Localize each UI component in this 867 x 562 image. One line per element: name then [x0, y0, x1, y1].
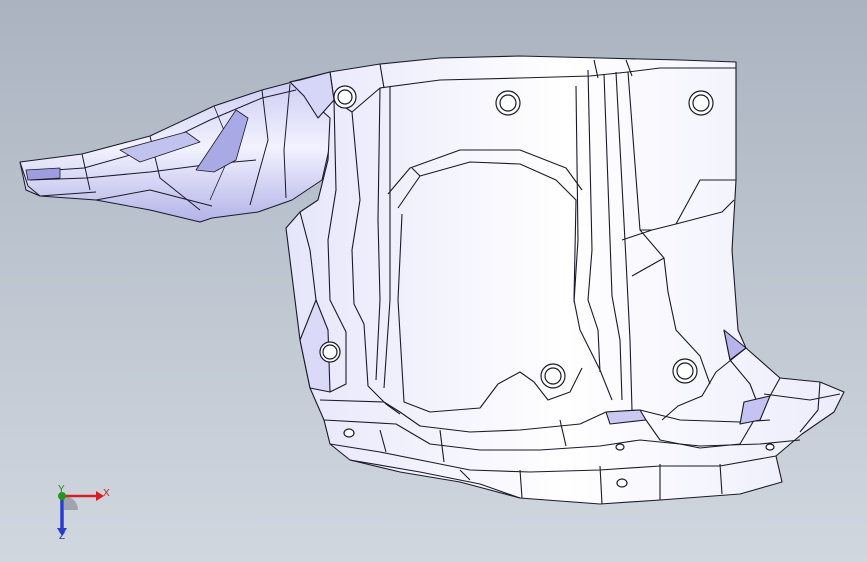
hole-flange-small-b	[765, 443, 775, 451]
hole-left-mid	[319, 341, 341, 363]
hole-flange-small-a	[615, 443, 625, 451]
axis-triad: X Y Z	[44, 478, 124, 548]
main-panel	[285, 55, 845, 505]
hole-top-center	[495, 90, 521, 116]
z-axis-label: Z	[59, 531, 66, 542]
axis-triad-graphic	[57, 491, 104, 536]
hole-flange-right	[616, 478, 628, 488]
part-model[interactable]	[0, 0, 867, 562]
hole-flange-left	[343, 428, 355, 438]
graphics-viewport[interactable]: X Y Z	[0, 0, 867, 562]
hole-right-mid	[672, 358, 698, 384]
x-axis-label: X	[103, 488, 110, 499]
triad-shadow	[64, 496, 78, 510]
left-arm	[19, 73, 339, 223]
hole-top-right	[688, 90, 714, 116]
y-axis-label: Y	[58, 484, 65, 495]
hole-top-left	[333, 85, 357, 109]
hole-center-bottom	[540, 363, 566, 389]
